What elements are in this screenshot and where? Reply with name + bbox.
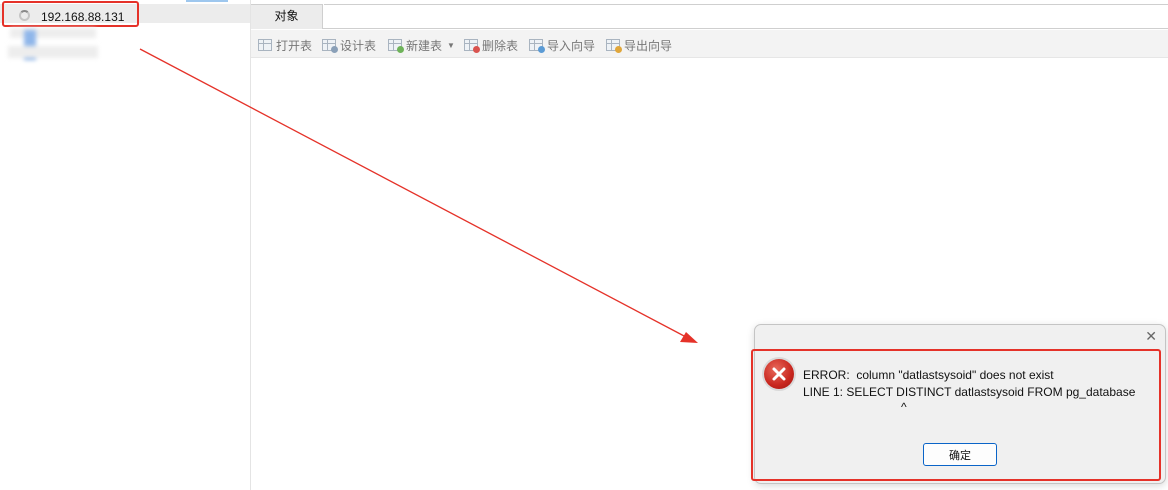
design-table-button[interactable]: 设计表 [322,37,376,53]
error-message-line: LINE 1: SELECT DISTINCT datlastsysoid FR… [803,385,1136,399]
export-wizard-label: 导出向导 [624,38,673,53]
error-icon [764,359,794,389]
close-icon[interactable]: ✕ [1145,329,1157,345]
tab-strip-blank [324,4,1168,28]
table-new-icon [388,39,404,53]
blurred-tree-item [8,46,98,58]
table-open-icon [258,39,272,51]
import-wizard-button[interactable]: 导入向导 [529,37,595,53]
export-wizard-icon [606,39,622,53]
window-accent [186,0,228,2]
error-caret-line: ^ [901,400,907,414]
open-table-label: 打开表 [276,38,313,53]
connection-tree: 192.168.88.131 [0,0,251,490]
delete-table-label: 删除表 [482,38,519,53]
object-toolbar: 打开表 设计表 新建表 ▼ 删除表 导入向导 导出向导 [251,30,1168,58]
tab-objects[interactable]: 对象 [251,4,323,29]
new-table-label: 新建表 [406,38,443,53]
open-table-button[interactable]: 打开表 [258,37,312,53]
chevron-down-icon[interactable]: ▼ [447,41,455,50]
import-wizard-label: 导入向导 [547,38,596,53]
design-table-label: 设计表 [340,38,377,53]
error-message-line: ERROR: column "datlastsysoid" does not e… [803,368,1054,382]
delete-table-button[interactable]: 删除表 [464,37,518,53]
table-delete-icon [464,39,480,53]
new-table-button[interactable]: 新建表 ▼ [388,37,455,53]
export-wizard-button[interactable]: 导出向导 [606,37,672,53]
tab-bar: 对象 [251,4,1168,29]
table-design-icon [322,39,338,53]
connection-annotation-box [2,1,139,27]
blurred-tree-item [10,28,96,38]
ok-button[interactable]: 确定 [923,443,997,466]
import-wizard-icon [529,39,545,53]
error-dialog: ✕ ERROR: column "datlastsysoid" does not… [751,324,1166,484]
